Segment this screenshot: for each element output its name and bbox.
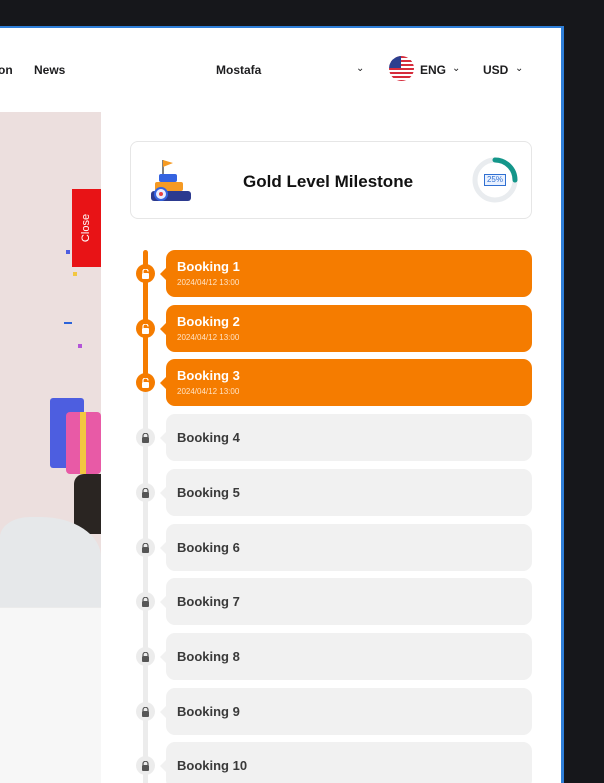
- language-selector[interactable]: ENG: [420, 63, 446, 77]
- snow-illustration: [0, 517, 101, 607]
- booking-date: 2024/04/12 13:00: [177, 278, 240, 287]
- lock-icon: [136, 538, 155, 557]
- milestone-card: Gold Level Milestone 25%: [130, 141, 532, 219]
- lock-icon: [136, 647, 155, 666]
- booking-label: Booking 6: [177, 540, 240, 555]
- currency-selector[interactable]: USD: [483, 63, 508, 77]
- step-pointer: [160, 323, 166, 335]
- lock-icon: [136, 483, 155, 502]
- lock-icon: [136, 592, 155, 611]
- close-panel-tab[interactable]: Close: [72, 189, 101, 267]
- unlocked-icon: [136, 319, 155, 338]
- booking-step[interactable]: Booking 1 2024/04/12 13:00: [160, 250, 532, 297]
- milestone-title: Gold Level Milestone: [243, 172, 414, 191]
- booking-step[interactable]: Booking 7: [160, 578, 532, 625]
- booking-label: Booking 4: [177, 430, 240, 445]
- top-navigation: on News Mostafa ⌄ ENG ⌄ USD ⌄: [0, 28, 561, 112]
- lock-icon: [136, 428, 155, 447]
- step-pointer: [160, 651, 166, 663]
- step-pointer: [160, 432, 166, 444]
- unlocked-icon: [136, 264, 155, 283]
- booking-step[interactable]: Booking 3 2024/04/12 13:00: [160, 359, 532, 406]
- page-content-background: [0, 607, 101, 783]
- confetti-piece: [73, 272, 77, 276]
- nav-link-news[interactable]: News: [34, 63, 65, 77]
- lock-icon: [136, 702, 155, 721]
- booking-label: Booking 10: [177, 758, 248, 773]
- step-pointer: [160, 596, 166, 608]
- progress-percent-label: 25%: [484, 174, 506, 186]
- language-chevron-icon[interactable]: ⌄: [452, 63, 460, 74]
- user-name[interactable]: Mostafa: [216, 63, 261, 77]
- step-pointer: [160, 487, 166, 499]
- booking-step[interactable]: Booking 5: [160, 469, 532, 516]
- app-window: on News Mostafa ⌄ ENG ⌄ USD ⌄ Close: [0, 26, 564, 783]
- booking-label: Booking 5: [177, 485, 240, 500]
- us-flag-icon[interactable]: [389, 56, 414, 81]
- target-trophy-icon: [151, 160, 191, 201]
- booking-date: 2024/04/12 13:00: [177, 333, 240, 342]
- lock-icon: [136, 756, 155, 775]
- booking-label: Booking 1: [177, 259, 240, 274]
- booking-step[interactable]: Booking 10: [160, 742, 532, 783]
- close-label: Close: [80, 213, 93, 243]
- unlocked-icon: [136, 373, 155, 392]
- booking-date: 2024/04/12 13:00: [177, 387, 240, 396]
- booking-label: Booking 2: [177, 314, 240, 329]
- gift-ribbon: [80, 412, 86, 474]
- booking-step[interactable]: Booking 9: [160, 688, 532, 735]
- booking-step[interactable]: Booking 4: [160, 414, 532, 461]
- step-pointer: [160, 377, 166, 389]
- step-pointer: [160, 706, 166, 718]
- confetti-piece: [64, 322, 72, 324]
- step-pointer: [160, 760, 166, 772]
- booking-step[interactable]: Booking 2 2024/04/12 13:00: [160, 305, 532, 352]
- booking-label: Booking 8: [177, 649, 240, 664]
- user-menu-chevron-icon[interactable]: ⌄: [356, 63, 364, 74]
- nav-link-partial[interactable]: on: [0, 63, 13, 77]
- confetti-piece: [78, 344, 82, 348]
- booking-label: Booking 9: [177, 704, 240, 719]
- milestone-panel: Gold Level Milestone 25% Booking 1 2024/0…: [101, 112, 561, 783]
- booking-label: Booking 7: [177, 594, 240, 609]
- booking-step[interactable]: Booking 8: [160, 633, 532, 680]
- currency-chevron-icon[interactable]: ⌄: [515, 63, 523, 74]
- step-pointer: [160, 542, 166, 554]
- booking-label: Booking 3: [177, 368, 240, 383]
- booking-step[interactable]: Booking 6: [160, 524, 532, 571]
- progress-ring: 25%: [471, 156, 519, 204]
- confetti-piece: [66, 250, 70, 254]
- promo-banner-image: [0, 112, 101, 607]
- step-pointer: [160, 268, 166, 280]
